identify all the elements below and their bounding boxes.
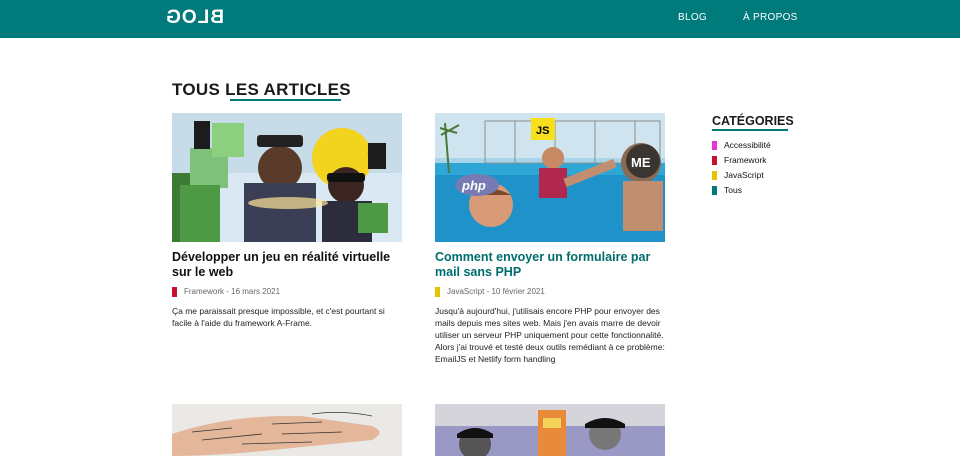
categories-underline — [712, 129, 788, 131]
article-excerpt-php: Jusqu'à aujourd'hui, j'utilisais encore … — [435, 306, 665, 364]
category-item-javascript[interactable]: JavaScript — [712, 169, 764, 181]
nav-link-a-propos[interactable]: À PROPOS — [743, 12, 798, 24]
category-swatch — [712, 170, 717, 180]
php-badge-text: php — [461, 178, 486, 193]
article-meta-php: JavaScript - 10 février 2021 — [447, 287, 545, 296]
category-label: Tous — [724, 185, 742, 195]
article-image-hand[interactable] — [172, 404, 402, 456]
category-swatch — [712, 155, 717, 165]
category-item-tous[interactable]: Tous — [712, 184, 742, 196]
categories-title: CATÉGORIES — [712, 114, 794, 128]
category-tag-javascript — [435, 287, 440, 297]
category-label: Framework — [724, 155, 767, 165]
article-meta-vr: Framework - 16 mars 2021 — [184, 287, 281, 296]
category-label: JavaScript — [724, 170, 764, 180]
article-excerpt-vr: Ça me paraissait presque impossible, et … — [172, 306, 385, 328]
category-tag-framework — [172, 287, 177, 297]
page-title: TOUS LES ARTICLES — [172, 80, 351, 99]
category-item-framework[interactable]: Framework — [712, 154, 767, 166]
nav-link-blog[interactable]: BLOG — [678, 12, 707, 24]
article-title-php[interactable]: Comment envoyer un formulaire par mail s… — [435, 250, 667, 280]
category-label: Accessibilité — [724, 140, 771, 150]
js-badge-text: JS — [536, 125, 549, 137]
article-image-php-meme[interactable]: JS ME php — [435, 113, 665, 242]
article-image-vr[interactable] — [172, 113, 402, 242]
category-item-accessibilite[interactable]: Accessibilité — [712, 139, 771, 151]
category-swatch — [712, 140, 717, 150]
article-image-lighthouse[interactable] — [435, 404, 665, 456]
article-title-vr[interactable]: Développer un jeu en réalité virtuelle s… — [172, 250, 404, 280]
category-swatch — [712, 185, 717, 195]
title-underline — [230, 99, 341, 101]
me-badge-text: ME — [631, 155, 651, 170]
top-navigation-bar: BLOG BLOG À PROPOS — [0, 0, 960, 38]
blog-logo[interactable]: BLOG — [165, 7, 224, 28]
